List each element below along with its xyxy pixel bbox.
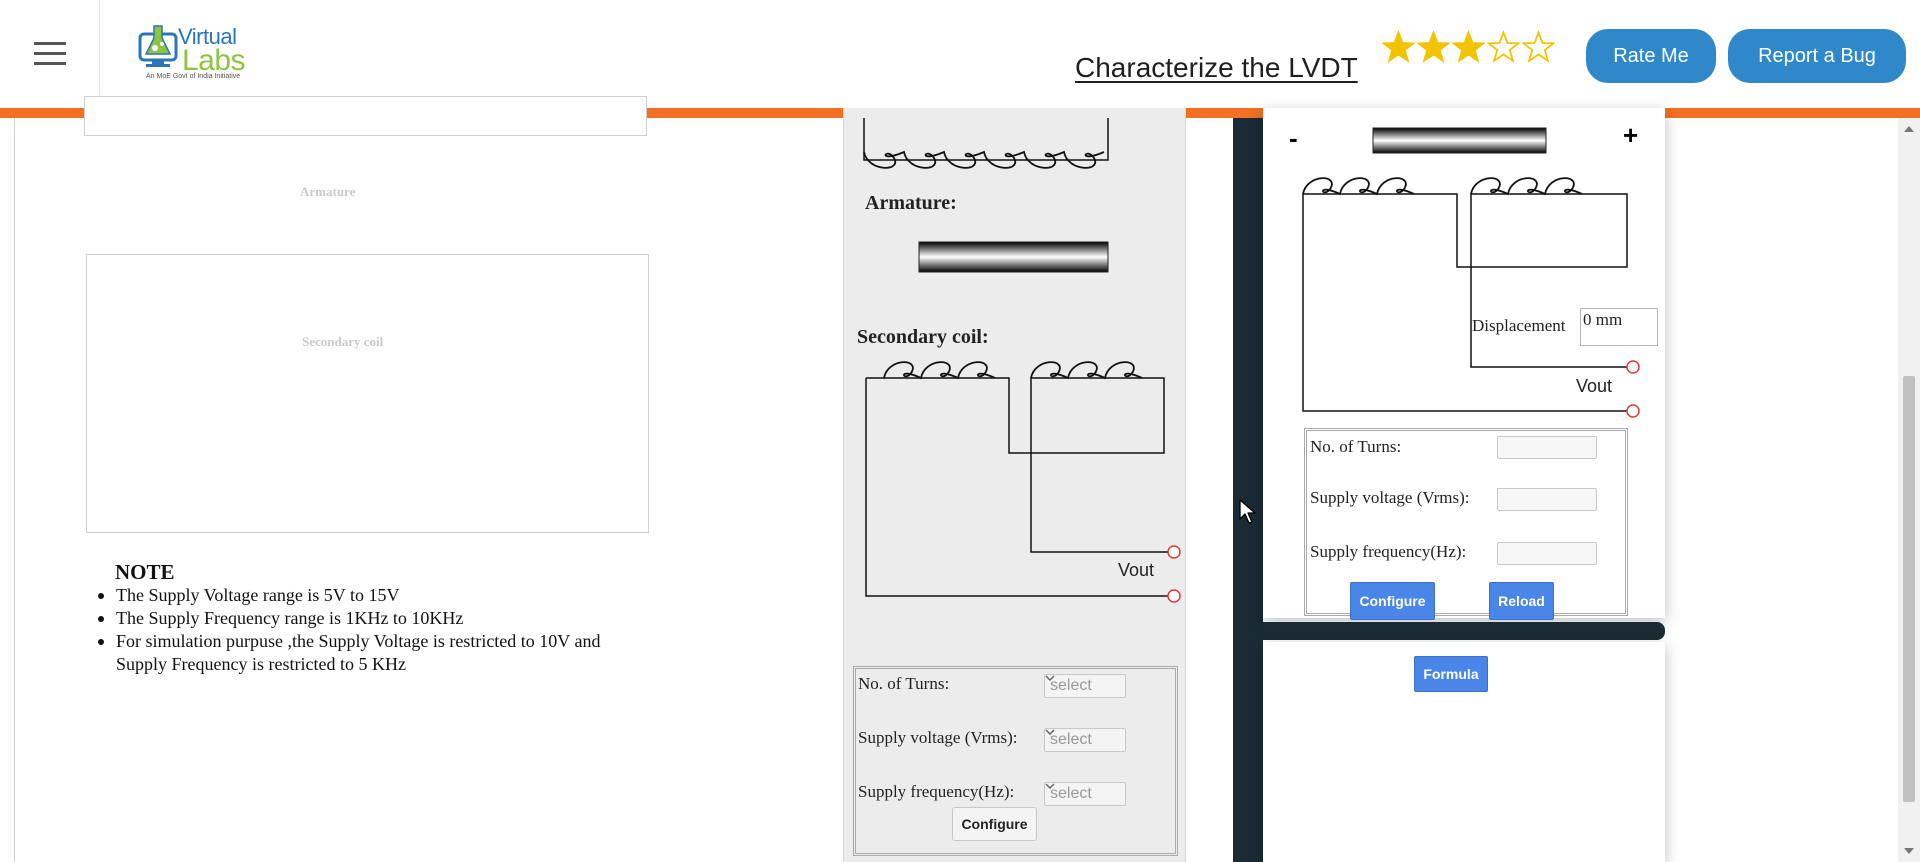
- vout-label: Vout: [1576, 376, 1613, 396]
- terminal-icon: [1167, 545, 1181, 559]
- voltage-label: Supply voltage (Vrms):: [1310, 488, 1470, 507]
- star-filled-icon[interactable]: [1417, 30, 1450, 64]
- movable-armature[interactable]: [1372, 127, 1547, 154]
- decrease-displacement-button[interactable]: -: [1289, 123, 1298, 154]
- palette-config-form: No. of Turns: select Supply voltage (Vrm…: [853, 666, 1178, 856]
- logo-tagline: An MoE Govt of India Initiative: [146, 73, 241, 80]
- armature-label: Armature:: [865, 192, 957, 214]
- component-palette: Armature: Secondary coil: Vout No. of Tu…: [843, 108, 1186, 862]
- simulation-config-form: No. of Turns: Supply voltage (Vrms): Sup…: [1304, 428, 1628, 620]
- frequency-field[interactable]: [1497, 542, 1597, 565]
- turns-select-value: select: [1050, 677, 1092, 694]
- page-title[interactable]: Characterize the LVDT: [1075, 52, 1358, 84]
- frequency-label: Supply frequency(Hz):: [1310, 542, 1467, 561]
- palette-configure-button[interactable]: Configure: [952, 807, 1037, 841]
- voltage-label: Supply voltage (Vrms):: [858, 728, 1018, 747]
- secondary-coil-drop-caption: Secondary coil: [302, 334, 384, 349]
- note-item: The Supply Voltage range is 5V to 15V: [98, 584, 636, 607]
- star-filled-icon[interactable]: [1452, 30, 1485, 64]
- content-border: [14, 118, 15, 862]
- turns-label: No. of Turns:: [858, 674, 950, 693]
- voltage-select-value: select: [1050, 731, 1092, 748]
- turns-field[interactable]: [1497, 436, 1597, 459]
- rate-me-button[interactable]: Rate Me: [1586, 29, 1716, 83]
- note-list: The Supply Voltage range is 5V to 15V Th…: [98, 584, 636, 676]
- star-rating[interactable]: [1382, 30, 1555, 64]
- page-scrollbar[interactable]: [1898, 118, 1920, 862]
- star-empty-icon[interactable]: [1522, 30, 1555, 64]
- page: Virtual Labs An MoE Govt of India Initia…: [0, 0, 1920, 862]
- voltage-select[interactable]: select: [1044, 728, 1126, 752]
- menu-bar-icon: [34, 52, 66, 55]
- armature-drop-caption: Armature: [300, 184, 356, 199]
- formula-card: Formula: [1263, 642, 1665, 862]
- monitor-flask-icon: [138, 25, 178, 67]
- secondary-coil-drop-area[interactable]: [86, 254, 649, 533]
- star-filled-icon[interactable]: [1382, 30, 1415, 64]
- displacement-label: Displacement: [1472, 316, 1566, 335]
- terminal-icon: [1626, 360, 1640, 374]
- formula-button[interactable]: Formula: [1414, 656, 1488, 692]
- configure-button[interactable]: Configure: [1350, 582, 1435, 620]
- terminal-icon: [1167, 589, 1181, 603]
- scroll-down-arrow-icon[interactable]: [1904, 848, 1914, 854]
- note-item: For simulation purpuse ,the Supply Volta…: [98, 630, 636, 676]
- primary-coil-drop-area[interactable]: [84, 96, 647, 136]
- frequency-select[interactable]: select: [1044, 782, 1126, 806]
- primary-coil-component[interactable]: [863, 118, 1109, 169]
- frequency-select-value: select: [1050, 785, 1092, 802]
- simulation-divider: [1233, 118, 1263, 862]
- chevron-down-icon: [1045, 729, 1055, 735]
- mouse-pointer-icon: [1239, 499, 1256, 524]
- card-separator: [1263, 622, 1665, 640]
- virtual-labs-logo[interactable]: Virtual Labs An MoE Govt of India Initia…: [138, 22, 248, 86]
- armature-component[interactable]: [918, 241, 1109, 273]
- secondary-coil-label: Secondary coil:: [857, 326, 989, 348]
- terminal-icon: [1626, 404, 1640, 418]
- simulation-card: - + Displacement 0 mm Vout No. of Turns:…: [1263, 108, 1665, 620]
- note-title: NOTE: [115, 560, 175, 584]
- turns-label: No. of Turns:: [1310, 437, 1402, 456]
- turns-select[interactable]: select: [1044, 674, 1126, 698]
- reload-button[interactable]: Reload: [1489, 582, 1554, 620]
- increase-displacement-button[interactable]: +: [1623, 120, 1638, 151]
- logo-text-labs: Labs: [182, 44, 246, 77]
- menu-bar-icon: [34, 62, 66, 65]
- frequency-label: Supply frequency(Hz):: [858, 782, 1015, 801]
- chevron-down-icon: [1045, 675, 1055, 681]
- scrollbar-thumb[interactable]: [1903, 376, 1915, 802]
- chevron-down-icon: [1045, 783, 1055, 789]
- voltage-field[interactable]: [1497, 488, 1597, 511]
- scroll-up-arrow-icon[interactable]: [1904, 126, 1914, 132]
- header: Virtual Labs An MoE Govt of India Initia…: [0, 0, 1920, 108]
- vout-label: Vout: [1118, 560, 1155, 580]
- hamburger-menu-button[interactable]: [0, 0, 100, 108]
- star-empty-icon[interactable]: [1487, 30, 1520, 64]
- report-bug-button[interactable]: Report a Bug: [1728, 29, 1906, 83]
- menu-bar-icon: [34, 42, 66, 45]
- displacement-field[interactable]: 0 mm: [1580, 308, 1658, 346]
- note-item: The Supply Frequency range is 1KHz to 10…: [98, 607, 636, 630]
